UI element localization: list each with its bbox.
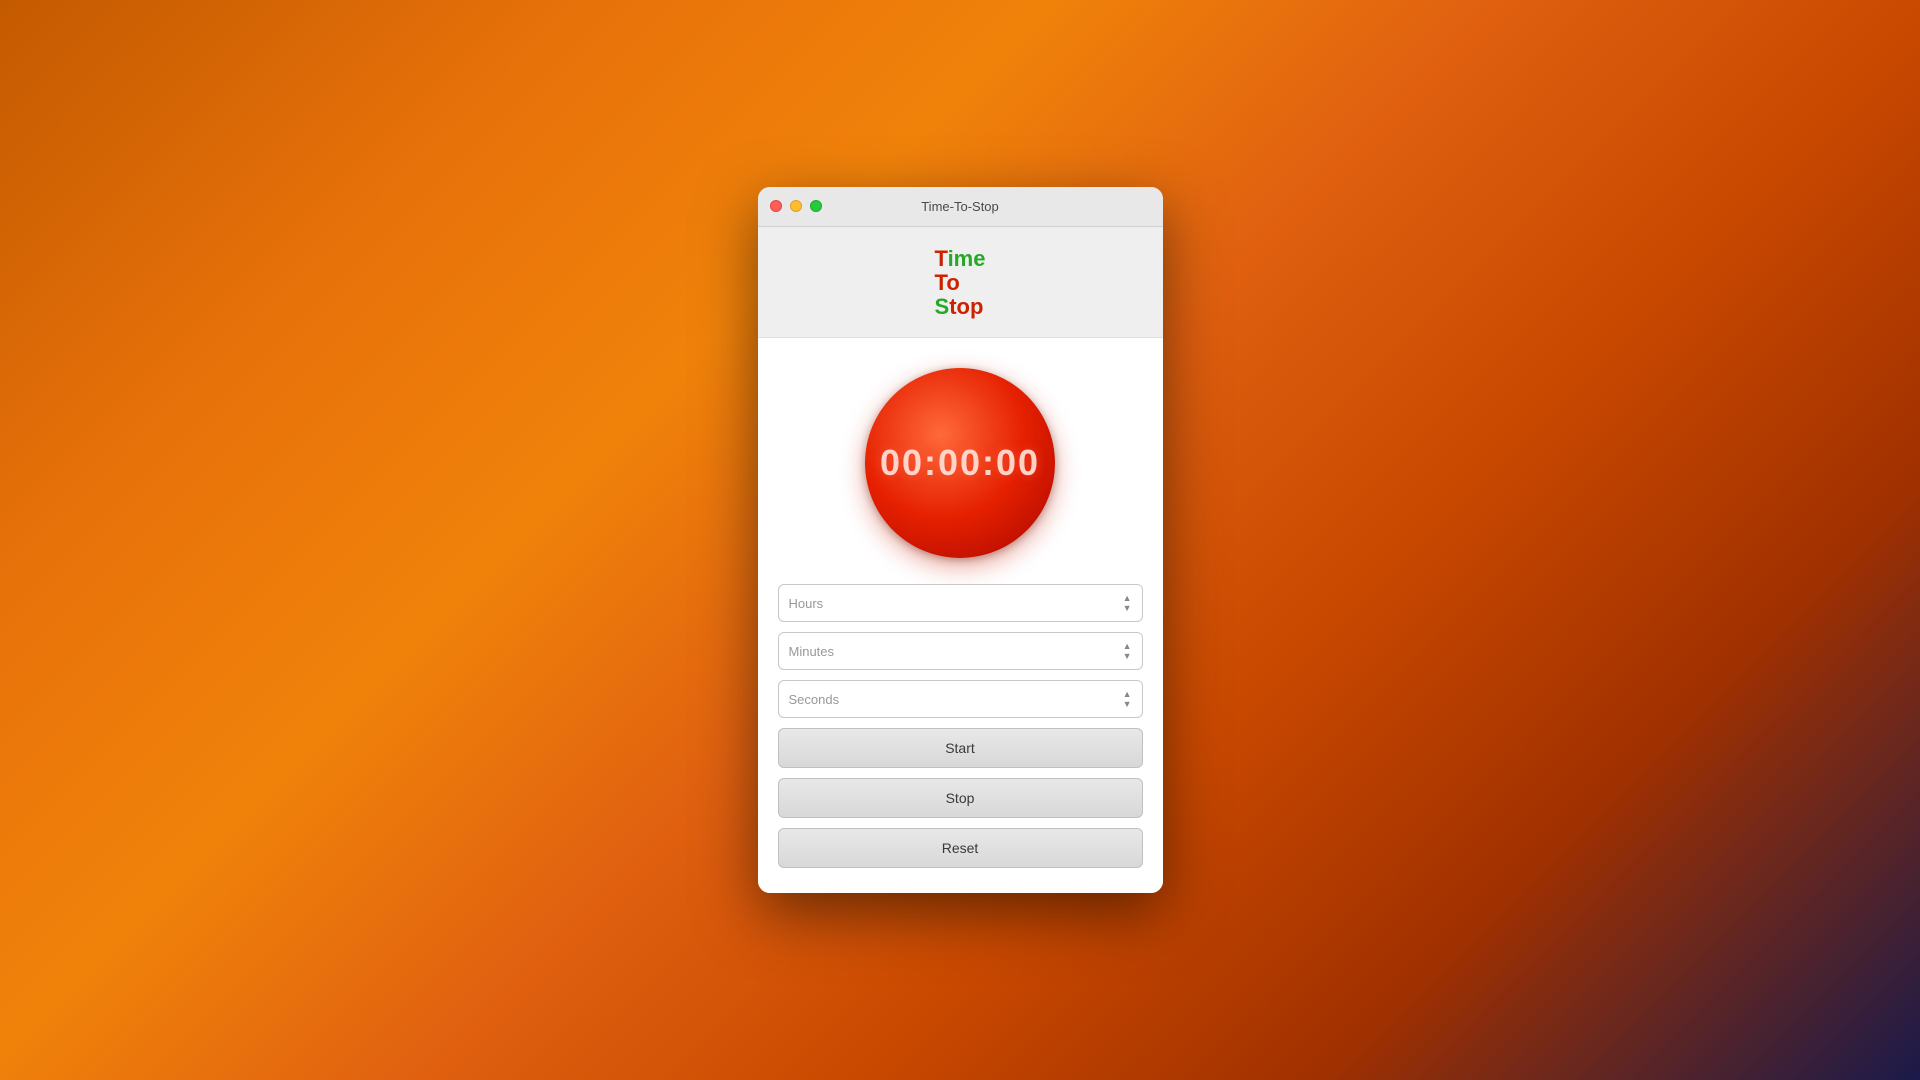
logo-line1: Time bbox=[935, 247, 986, 271]
logo-t-letter: T bbox=[935, 246, 948, 271]
minutes-down-arrow[interactable]: ▼ bbox=[1123, 652, 1132, 661]
window-title: Time-To-Stop bbox=[921, 199, 999, 214]
close-button[interactable] bbox=[770, 200, 782, 212]
minutes-placeholder: Minutes bbox=[789, 644, 835, 659]
timer-circle: 00:00:00 bbox=[865, 368, 1055, 558]
hours-placeholder: Hours bbox=[789, 596, 824, 611]
timer-display: 00:00:00 bbox=[880, 442, 1040, 484]
minimize-button[interactable] bbox=[790, 200, 802, 212]
controls-section: Hours ▲ ▼ Minutes ▲ ▼ Seconds ▲ ▼ bbox=[778, 584, 1143, 868]
minutes-spinner-arrows[interactable]: ▲ ▼ bbox=[1123, 642, 1132, 661]
logo-ime-letters: ime bbox=[948, 246, 986, 271]
minutes-up-arrow[interactable]: ▲ bbox=[1123, 642, 1132, 651]
logo-top-letters: top bbox=[949, 294, 983, 319]
seconds-up-arrow[interactable]: ▲ bbox=[1123, 690, 1132, 699]
seconds-input[interactable]: Seconds ▲ ▼ bbox=[778, 680, 1143, 718]
hours-input[interactable]: Hours ▲ ▼ bbox=[778, 584, 1143, 622]
traffic-lights bbox=[770, 200, 822, 212]
header-section: Time To Stop bbox=[758, 227, 1163, 339]
logo-line2: To bbox=[935, 271, 960, 295]
title-bar: Time-To-Stop bbox=[758, 187, 1163, 227]
main-content: 00:00:00 Hours ▲ ▼ Minutes ▲ ▼ bbox=[758, 338, 1163, 893]
hours-spinner-arrows[interactable]: ▲ ▼ bbox=[1123, 594, 1132, 613]
seconds-spinner-arrows[interactable]: ▲ ▼ bbox=[1123, 690, 1132, 709]
app-logo: Time To Stop bbox=[935, 247, 986, 320]
logo-s-letter: S bbox=[935, 294, 950, 319]
app-window: Time-To-Stop Time To Stop 00:00:00 Hours… bbox=[758, 187, 1163, 894]
start-button[interactable]: Start bbox=[778, 728, 1143, 768]
minutes-input[interactable]: Minutes ▲ ▼ bbox=[778, 632, 1143, 670]
seconds-placeholder: Seconds bbox=[789, 692, 840, 707]
stop-button[interactable]: Stop bbox=[778, 778, 1143, 818]
seconds-down-arrow[interactable]: ▼ bbox=[1123, 700, 1132, 709]
logo-line3: Stop bbox=[935, 295, 984, 319]
maximize-button[interactable] bbox=[810, 200, 822, 212]
reset-button[interactable]: Reset bbox=[778, 828, 1143, 868]
hours-down-arrow[interactable]: ▼ bbox=[1123, 604, 1132, 613]
hours-up-arrow[interactable]: ▲ bbox=[1123, 594, 1132, 603]
